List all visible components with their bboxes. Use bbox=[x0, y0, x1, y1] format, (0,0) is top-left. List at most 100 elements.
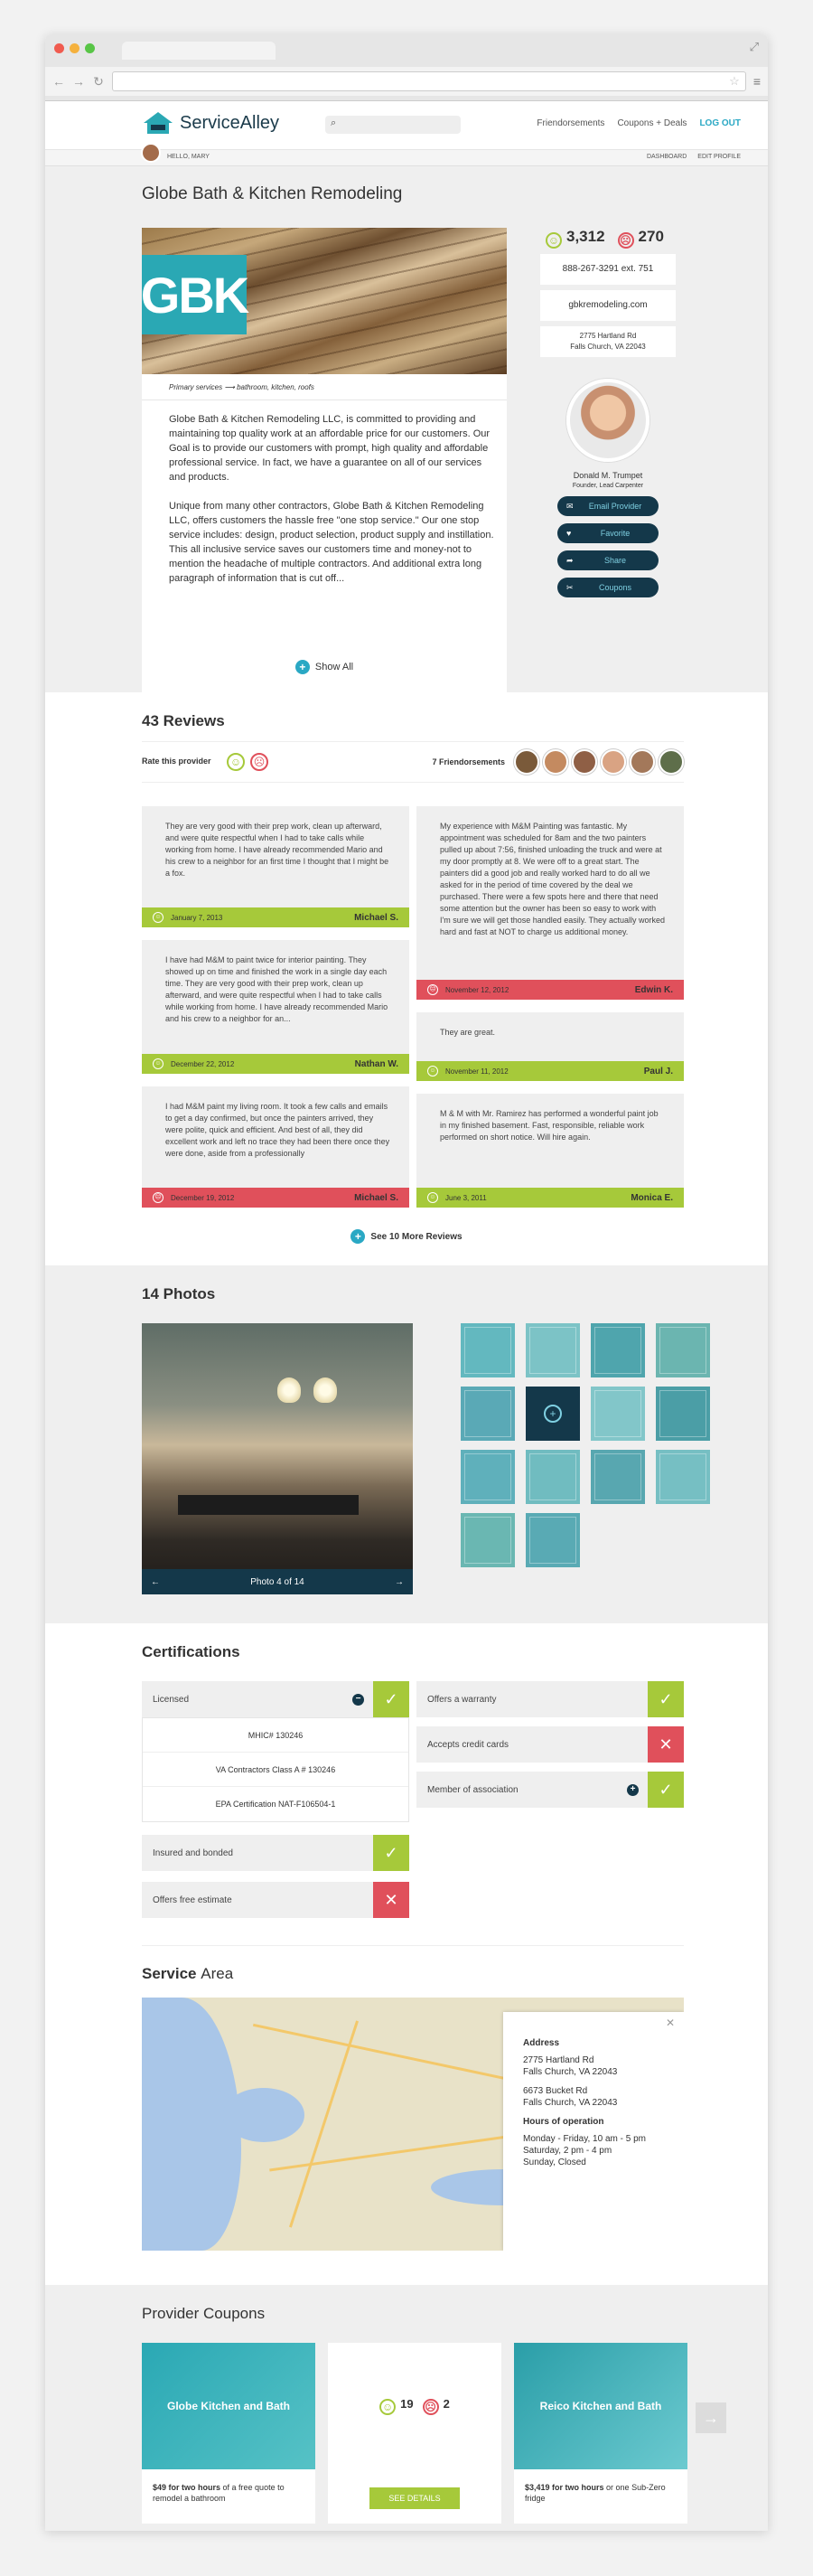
review-card[interactable]: They are great. ☺ November 11, 2012 Paul J… bbox=[416, 1012, 684, 1081]
phone[interactable]: 888-267-3291 ext. 751 bbox=[540, 254, 676, 285]
photo-thumbnail[interactable] bbox=[591, 1323, 645, 1377]
dashboard-link[interactable]: DASHBOARD bbox=[647, 154, 687, 160]
review-date: June 3, 2011 bbox=[445, 1193, 487, 1202]
email-provider-button[interactable]: ✉ Email Provider bbox=[557, 496, 659, 516]
address: 2775 Hartland Rd Falls Church, VA 22043 bbox=[540, 326, 676, 357]
photo-thumbnail[interactable] bbox=[656, 1387, 710, 1441]
photo-thumbnail[interactable] bbox=[461, 1513, 515, 1567]
button-label: Coupons bbox=[598, 583, 632, 592]
search-icon: ⌕ bbox=[331, 118, 337, 128]
avatar[interactable] bbox=[141, 143, 161, 163]
url-bar[interactable]: ☆ bbox=[112, 71, 746, 91]
zoom-icon: + bbox=[544, 1405, 562, 1423]
browser-tab[interactable] bbox=[122, 42, 276, 60]
friendorsements: 7 Friendorsements bbox=[432, 749, 684, 775]
friend-avatar[interactable] bbox=[601, 749, 626, 775]
maximize-dot[interactable] bbox=[85, 43, 95, 53]
nav-coupons-deals[interactable]: Coupons + Deals bbox=[617, 118, 687, 128]
see-details-button[interactable]: SEE DETAILS bbox=[369, 2487, 460, 2509]
license-list: MHIC# 130246 VA Contractors Class A # 13… bbox=[142, 1717, 409, 1822]
review-card[interactable]: I had M&M paint my living room. It took … bbox=[142, 1086, 409, 1208]
address-line: Falls Church, VA 22043 bbox=[523, 2067, 618, 2077]
review-text: They are great. bbox=[440, 1028, 496, 1037]
reviewer-name: Edwin K. bbox=[634, 984, 673, 995]
nav-logout[interactable]: LOG OUT bbox=[699, 118, 741, 128]
cert-member[interactable]: Member of association + ✓ bbox=[416, 1772, 684, 1808]
provider-logo: GBK bbox=[142, 255, 249, 334]
forward-icon[interactable]: → bbox=[72, 74, 85, 89]
photo-thumbnail-selected[interactable]: + bbox=[526, 1387, 580, 1441]
photo-thumbnail[interactable] bbox=[461, 1323, 515, 1377]
close-dot[interactable] bbox=[54, 43, 64, 53]
review-card[interactable]: M & M with Mr. Ramirez has performed a w… bbox=[416, 1094, 684, 1208]
page-title: Globe Bath & Kitchen Remodeling bbox=[142, 184, 403, 203]
smile-icon: ☺ bbox=[153, 1058, 164, 1069]
coupon-card[interactable]: Globe Kitchen and Bath $49 for two hours… bbox=[142, 2343, 315, 2524]
photo-thumbnail[interactable] bbox=[591, 1450, 645, 1504]
cert-licensed[interactable]: Licensed − ✓ bbox=[142, 1681, 409, 1717]
expand-icon[interactable]: + bbox=[627, 1784, 639, 1796]
service-area-map[interactable]: ✕ Address 2775 Hartland Rd Falls Church, … bbox=[142, 1998, 684, 2251]
rate-bar: Rate this provider ☺ ☹ 7 Friendorsements bbox=[142, 741, 684, 783]
check-icon: ✓ bbox=[648, 1681, 684, 1717]
friend-avatar[interactable] bbox=[572, 749, 597, 775]
rate-negative-icon[interactable]: ☹ bbox=[250, 753, 268, 771]
more-reviews-button[interactable]: + See 10 More Reviews bbox=[45, 1229, 768, 1244]
photo-thumbnail[interactable] bbox=[461, 1450, 515, 1504]
show-all-label: Show All bbox=[314, 662, 354, 672]
rate-positive-icon[interactable]: ☺ bbox=[227, 753, 245, 771]
photo-thumbnails: + bbox=[461, 1323, 710, 1567]
friend-avatar[interactable] bbox=[514, 749, 539, 775]
review-card[interactable]: They are very good with their prep work,… bbox=[142, 806, 409, 927]
next-coupons-arrow[interactable]: → bbox=[696, 2402, 726, 2433]
photo-thumbnail[interactable] bbox=[526, 1323, 580, 1377]
edit-profile-link[interactable]: EDIT PROFILE bbox=[697, 154, 741, 160]
friend-avatar[interactable] bbox=[543, 749, 568, 775]
website-link[interactable]: gbkremodeling.com bbox=[540, 290, 676, 321]
address-line: Falls Church, VA 22043 bbox=[570, 343, 646, 351]
main-photo[interactable]: ← Photo 4 of 14 → bbox=[142, 1323, 413, 1594]
show-all-button[interactable]: + Show All bbox=[142, 660, 507, 674]
menu-icon[interactable]: ≡ bbox=[753, 74, 761, 89]
nav-friendorsements[interactable]: Friendorsements bbox=[537, 118, 604, 128]
close-icon[interactable]: ✕ bbox=[666, 2017, 675, 2029]
check-icon: ✓ bbox=[373, 1681, 409, 1717]
photo-thumbnail[interactable] bbox=[526, 1450, 580, 1504]
address-label: Address bbox=[523, 2038, 560, 2048]
coupon-card[interactable]: Reico Kitchen and Bath $3,419 for two ho… bbox=[514, 2343, 687, 2524]
reviews-section: 43 Reviews Rate this provider ☺ ☹ 7 Frie… bbox=[45, 692, 768, 1265]
next-photo-arrow[interactable]: → bbox=[395, 1577, 404, 1587]
share-button[interactable]: ➦ Share bbox=[557, 550, 659, 570]
friend-avatar[interactable] bbox=[630, 749, 655, 775]
review-card[interactable]: My experience with M&M Painting was fant… bbox=[416, 806, 684, 1000]
photo-thumbnail[interactable] bbox=[591, 1387, 645, 1441]
hours-line: Monday - Friday, 10 am - 5 pm bbox=[523, 2134, 646, 2144]
photo-thumbnail[interactable] bbox=[526, 1513, 580, 1567]
smile-icon: ☺ bbox=[153, 912, 164, 923]
back-icon[interactable]: ← bbox=[52, 74, 65, 89]
bookmark-star-icon[interactable]: ☆ bbox=[729, 74, 740, 89]
button-label: Email Provider bbox=[588, 502, 642, 511]
fullscreen-icon[interactable]: ⤢ bbox=[750, 40, 759, 54]
reload-icon[interactable]: ↻ bbox=[92, 74, 105, 89]
photo-thumbnail[interactable] bbox=[461, 1387, 515, 1441]
hours-label: Hours of operation bbox=[523, 2117, 604, 2127]
reviewer-name: Michael S. bbox=[354, 912, 398, 923]
coupon-card[interactable]: ☺ 19 ☹ 2 SEE DETAILS bbox=[328, 2343, 501, 2524]
search-input[interactable]: ⌕ bbox=[325, 116, 461, 134]
map-road bbox=[252, 2023, 519, 2083]
logo[interactable]: ServiceAlley bbox=[142, 110, 279, 136]
minimize-dot[interactable] bbox=[70, 43, 79, 53]
coupon-votes: ☺ 19 ☹ 2 bbox=[328, 2397, 501, 2415]
photo-thumbnail[interactable] bbox=[656, 1450, 710, 1504]
lamp-graphic bbox=[277, 1377, 301, 1403]
favorite-button[interactable]: ♥ Favorite bbox=[557, 523, 659, 543]
browser-chrome: ⤢ ← → ↻ ☆ ≡ bbox=[45, 34, 768, 101]
review-card[interactable]: I have had M&M to paint twice for interi… bbox=[142, 940, 409, 1074]
photo-thumbnail[interactable] bbox=[656, 1323, 710, 1377]
collapse-icon[interactable]: − bbox=[352, 1694, 364, 1706]
smile-icon: ☺ bbox=[427, 1192, 438, 1203]
friend-avatar[interactable] bbox=[659, 749, 684, 775]
prev-photo-arrow[interactable]: ← bbox=[151, 1577, 160, 1587]
coupons-button[interactable]: ✂ Coupons bbox=[557, 578, 659, 597]
